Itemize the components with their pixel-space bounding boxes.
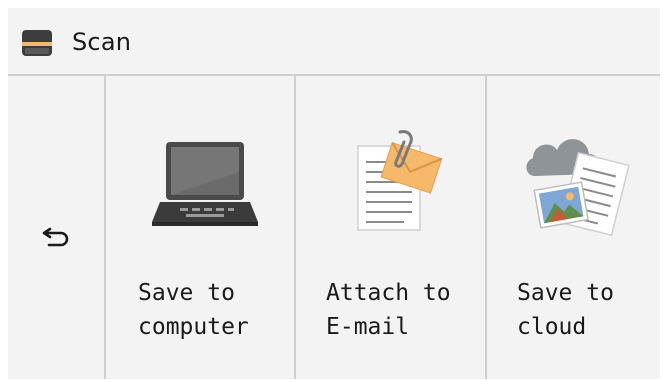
save-to-cloud-button[interactable]: Save to cloud	[487, 76, 660, 379]
scanner-icon	[22, 30, 52, 56]
save-to-computer-button[interactable]: Save to computer	[106, 76, 296, 379]
page-title: Scan	[72, 28, 132, 56]
back-arrow-icon	[42, 227, 69, 247]
attach-to-email-label: Attach to E-mail	[326, 280, 451, 340]
options-area: Save to computer Attach to E-mail Save t…	[8, 76, 660, 379]
save-to-cloud-label: Save to cloud	[517, 280, 614, 340]
scan-screen: Scan Save to computer Attach to E-mail S…	[8, 8, 660, 379]
email-attachment-icon	[357, 130, 443, 231]
cloud-document-icon	[526, 139, 630, 237]
header-bar: Scan	[8, 8, 660, 76]
save-to-computer-label: Save to computer	[138, 280, 249, 340]
attach-to-email-button[interactable]: Attach to E-mail	[296, 76, 487, 379]
back-button[interactable]	[8, 76, 106, 379]
laptop-icon	[152, 142, 258, 226]
